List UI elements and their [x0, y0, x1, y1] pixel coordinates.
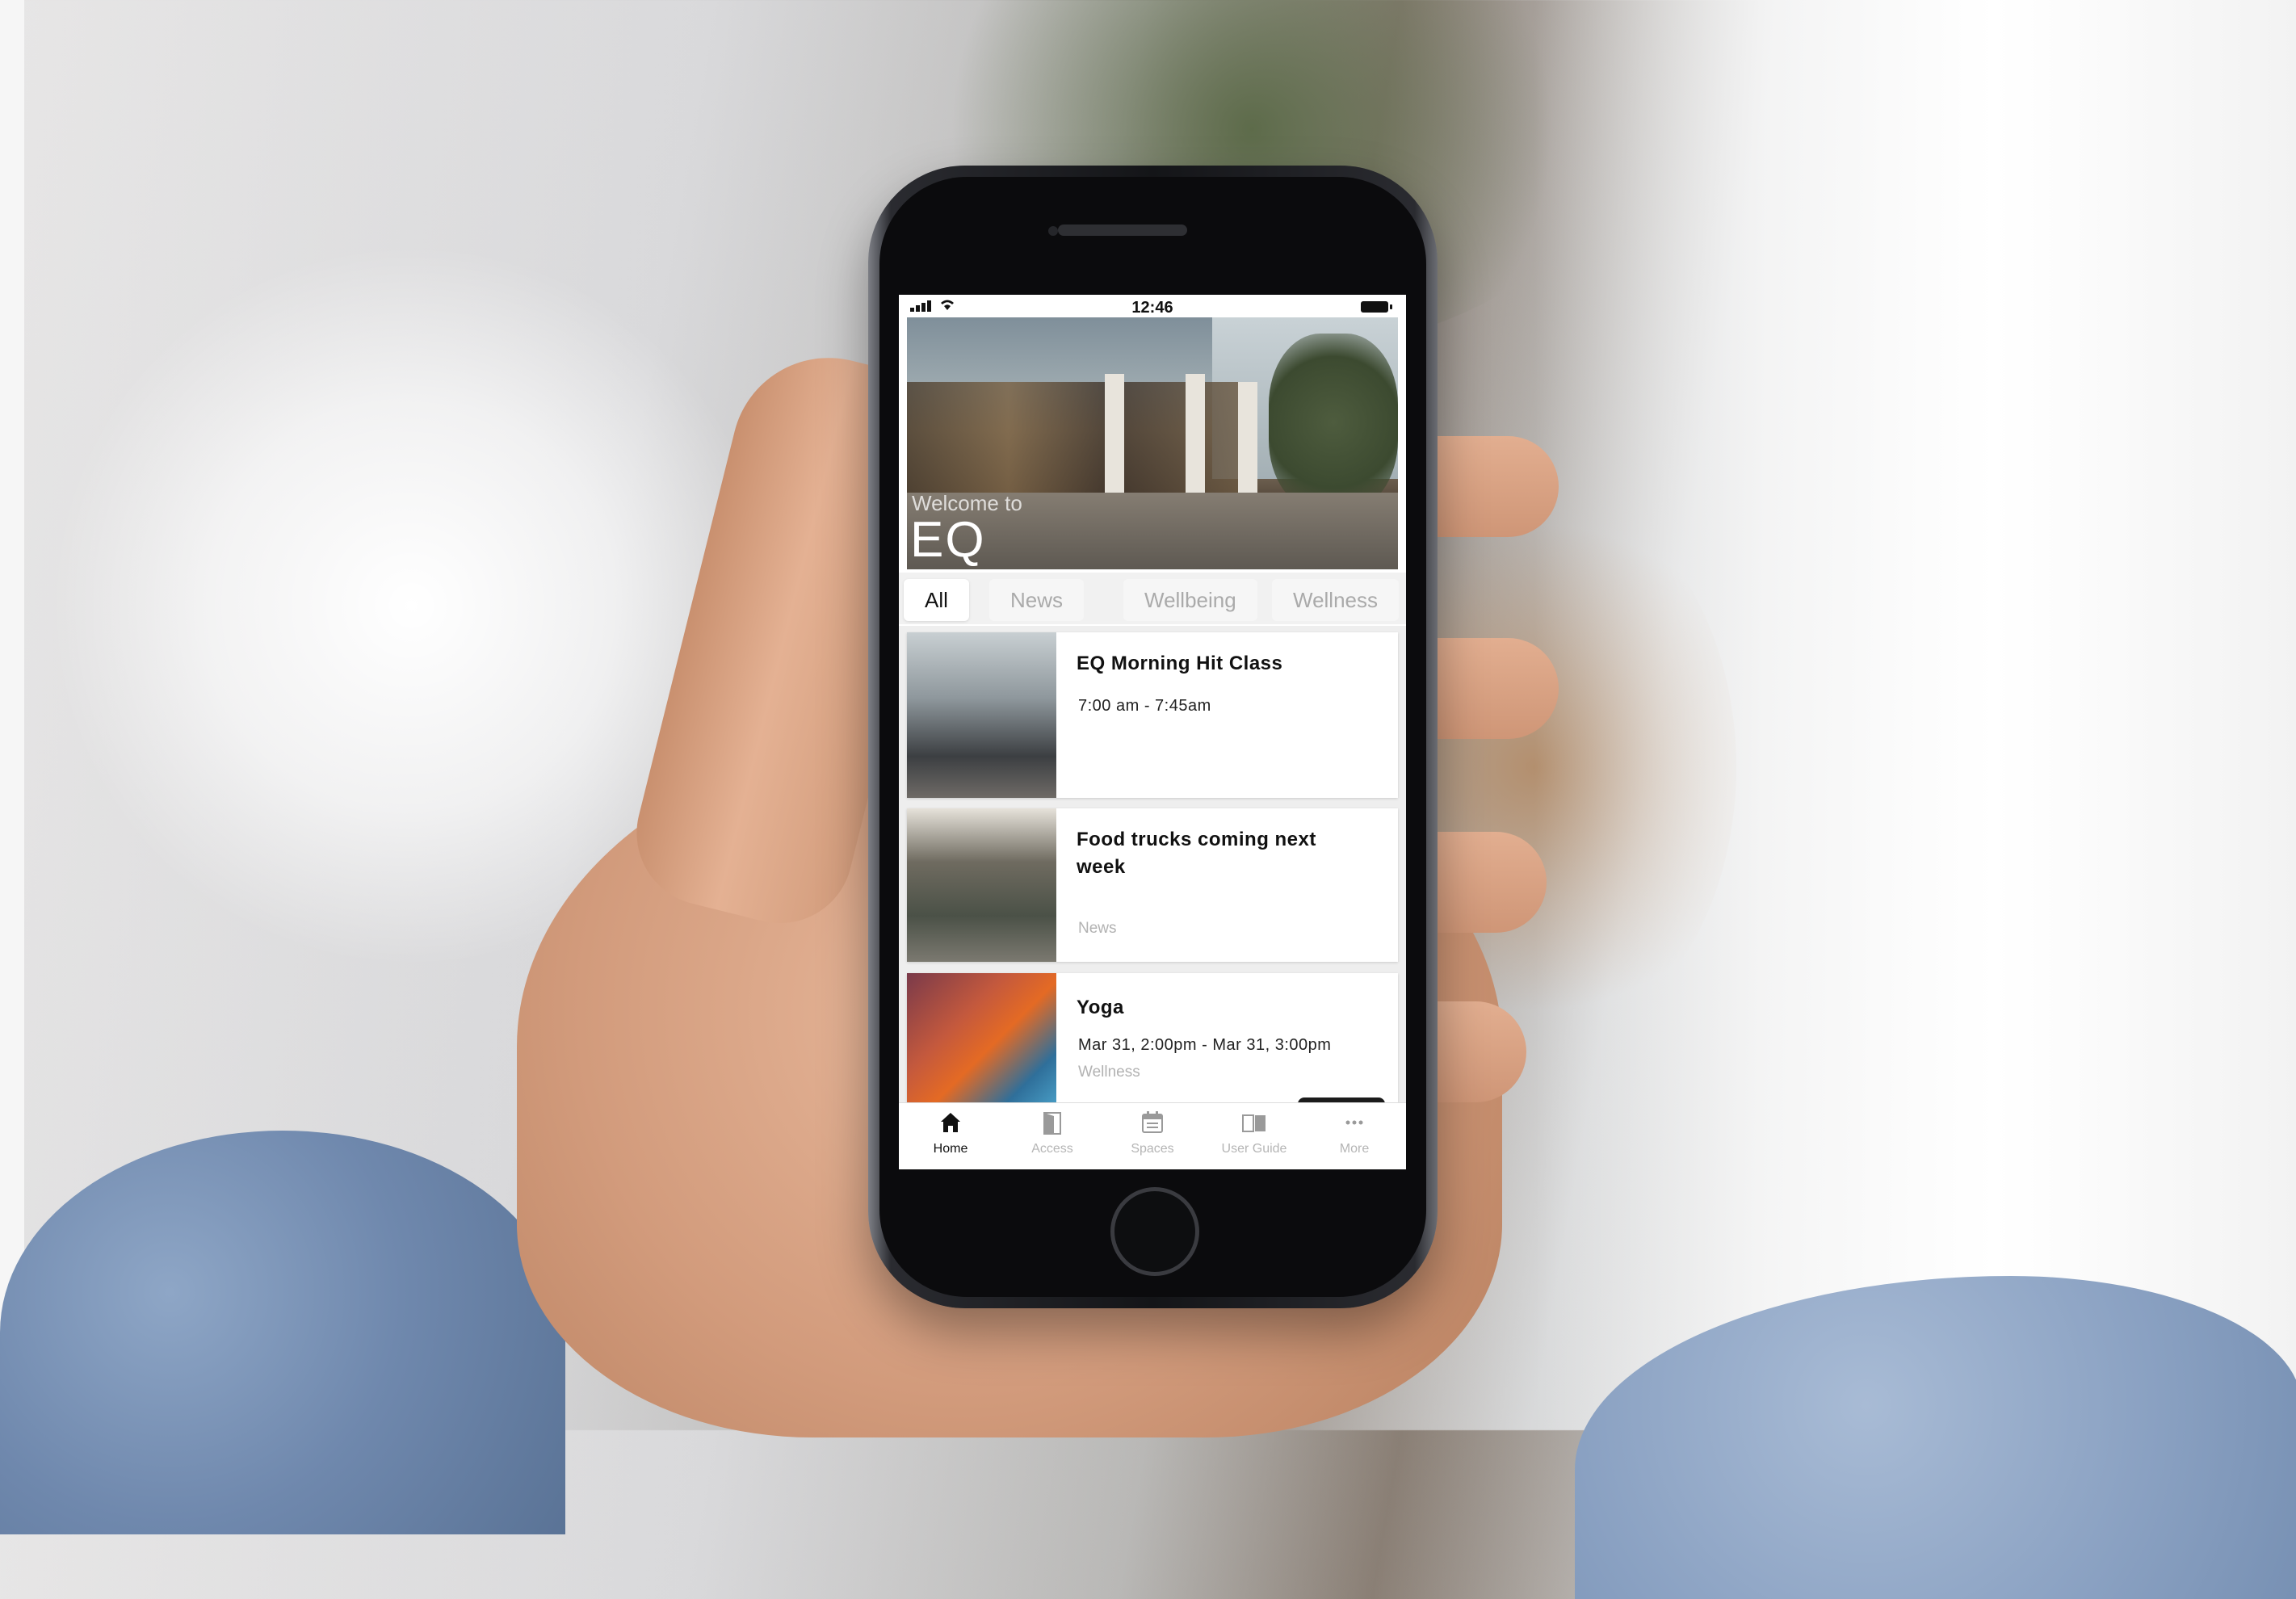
hero-tree — [1269, 334, 1398, 511]
feed-card[interactable]: EQ Morning Hit Class 7:00 am - 7:45am — [907, 632, 1398, 798]
nav-more[interactable]: More — [1314, 1108, 1395, 1156]
background-window — [1534, 0, 2296, 1430]
tab-wellness[interactable]: Wellness — [1272, 579, 1400, 621]
more-icon — [1345, 1120, 1363, 1125]
feed-card-image — [907, 808, 1056, 962]
background-edge — [0, 0, 24, 1430]
tab-wellbeing[interactable]: Wellbeing — [1123, 579, 1257, 621]
nav-access[interactable]: Access — [1012, 1108, 1093, 1156]
feed-card-category: Wellness — [1078, 1064, 1140, 1081]
feed-card-title: Food trucks coming next week — [1077, 829, 1316, 878]
nav-label: Access — [1031, 1142, 1073, 1156]
feed-card-image — [907, 973, 1056, 1110]
feed-card-category: News — [1078, 920, 1117, 937]
nav-spaces[interactable]: Spaces — [1112, 1108, 1193, 1156]
book-icon — [1242, 1114, 1266, 1132]
status-bar: 12:46 — [899, 295, 1406, 317]
feed-list: EQ Morning Hit Class 7:00 am - 7:45am Fo… — [899, 626, 1406, 1110]
app-screen: 12:46 Welcome to EQ All News Wellbeing W… — [899, 295, 1406, 1169]
home-icon — [941, 1113, 960, 1132]
feed-card[interactable]: Yoga Mar 31, 2:00pm - Mar 31, 3:00pm Wel… — [907, 973, 1398, 1110]
nav-label: Spaces — [1131, 1142, 1174, 1156]
front-camera — [1048, 226, 1058, 236]
nav-label: User Guide — [1221, 1142, 1287, 1156]
nav-home[interactable]: Home — [910, 1108, 991, 1156]
feed-card-image — [907, 632, 1056, 798]
tab-news[interactable]: News — [989, 579, 1085, 621]
feed-card[interactable]: Food trucks coming next week News — [907, 808, 1398, 962]
access-icon — [1043, 1112, 1061, 1135]
status-time: 12:46 — [1131, 299, 1173, 317]
hero-title: EQ — [910, 512, 986, 568]
battery-icon — [1361, 301, 1392, 313]
phone-earpiece — [1058, 225, 1187, 236]
tab-all[interactable]: All — [904, 579, 969, 621]
nav-label: More — [1339, 1142, 1370, 1156]
nav-user-guide[interactable]: User Guide — [1214, 1108, 1295, 1156]
feed-card-title: Yoga — [1077, 997, 1124, 1018]
background-jeans-left — [0, 1131, 565, 1534]
category-tabs: All News Wellbeing Wellness — [899, 573, 1406, 624]
feed-card-time: Mar 31, 2:00pm - Mar 31, 3:00pm — [1078, 1036, 1332, 1054]
feed-card-time: 7:00 am - 7:45am — [1078, 697, 1211, 715]
calendar-icon — [1142, 1111, 1163, 1133]
feed-card-title: EQ Morning Hit Class — [1077, 653, 1283, 674]
hero-banner: Welcome to EQ — [907, 317, 1398, 569]
bottom-tab-bar: Home Access Spaces User Guide More — [899, 1102, 1406, 1169]
nav-label: Home — [933, 1142, 968, 1156]
home-button[interactable] — [1110, 1187, 1199, 1276]
